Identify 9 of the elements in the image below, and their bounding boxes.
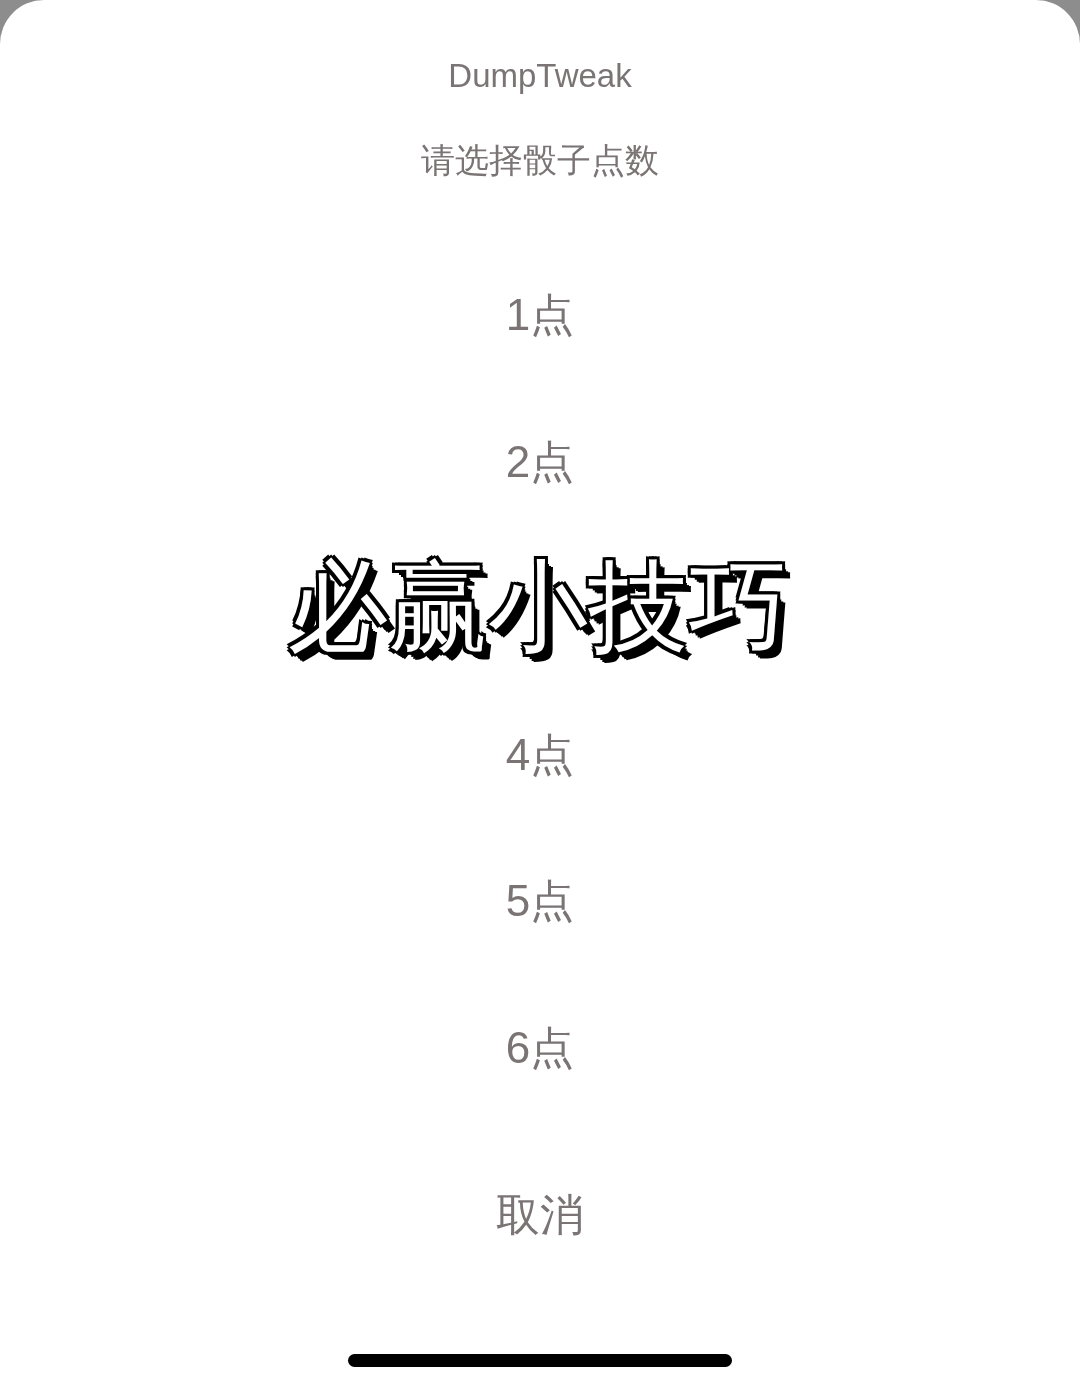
option-button[interactable]: 6点	[499, 1019, 581, 1076]
cancel-button[interactable]: 取消	[490, 1187, 590, 1243]
option-button[interactable]: 1点	[499, 287, 581, 344]
overlay-caption: 必赢小技巧	[286, 549, 791, 665]
sheet-title: DumpTweak	[448, 56, 632, 96]
sheet-message: 请选择骰子点数	[421, 140, 659, 181]
option-button[interactable]: 5点	[499, 873, 581, 930]
option-button[interactable]: 2点	[499, 433, 581, 490]
option-button[interactable]: 4点	[499, 726, 581, 783]
